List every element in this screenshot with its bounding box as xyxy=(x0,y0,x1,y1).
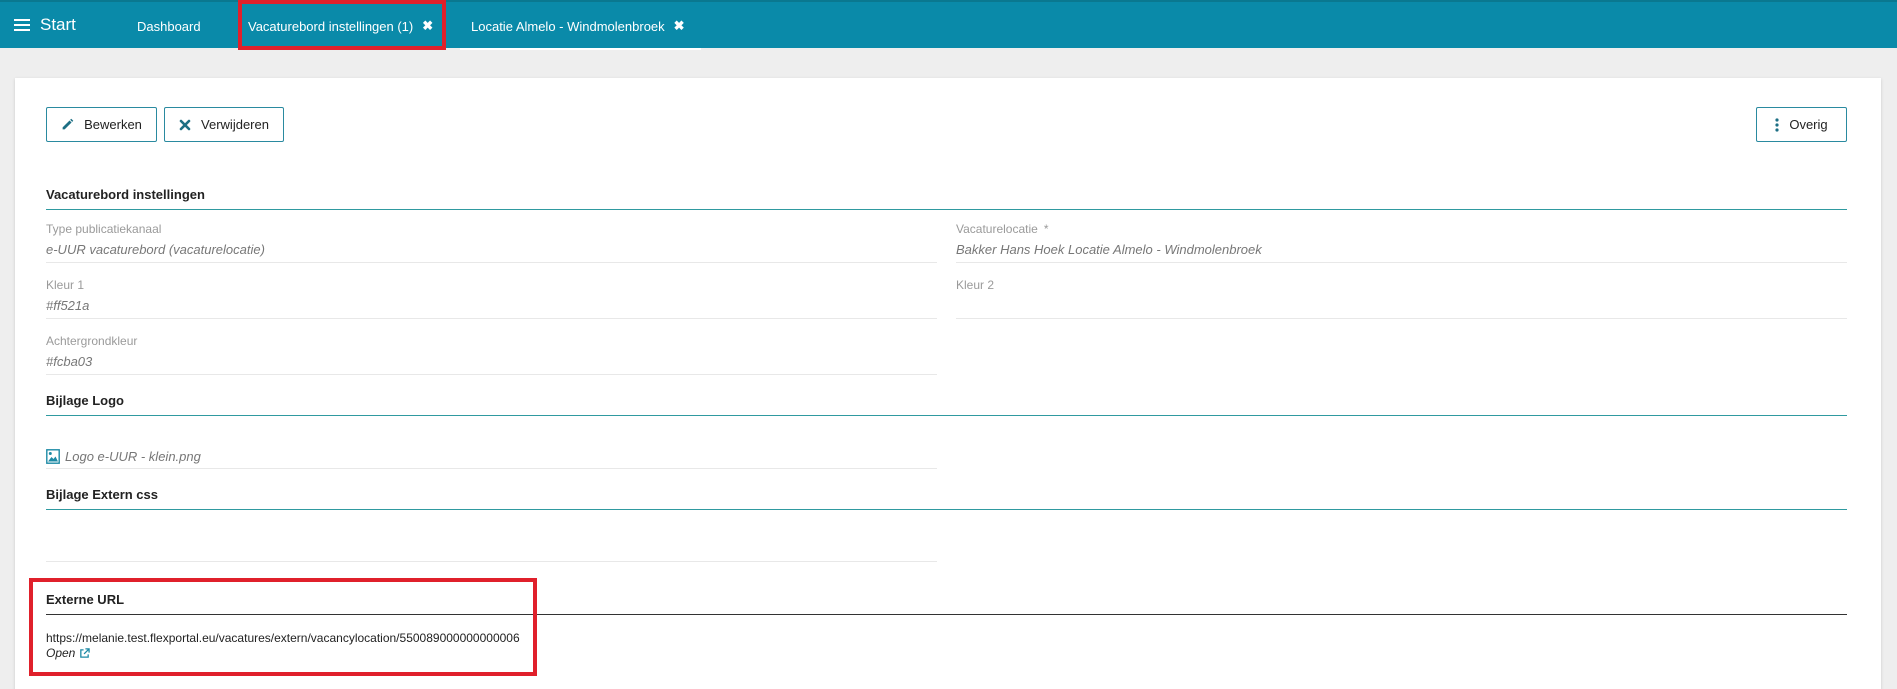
section-title-extern-css: Bijlage Extern css xyxy=(46,487,158,502)
section-divider xyxy=(46,209,1847,210)
tab-locatie-label: Locatie Almelo - Windmolenbroek xyxy=(471,18,665,34)
delete-button[interactable]: Verwijderen xyxy=(164,107,284,142)
top-navigation-bar: Start Dashboard Vacaturebord instellinge… xyxy=(0,0,1897,50)
tab-dashboard-label: Dashboard xyxy=(137,18,201,34)
field-divider xyxy=(46,262,937,263)
vacaturelocatie-label: Vacaturelocatie * xyxy=(956,222,1049,236)
hamburger-icon xyxy=(14,19,30,32)
vertical-dots-icon xyxy=(1775,117,1779,132)
tab-locatie-almelo[interactable]: Locatie Almelo - Windmolenbroek ✖ xyxy=(460,2,701,50)
section-divider xyxy=(46,614,1847,615)
tab-vacaturebord-instellingen[interactable]: Vacaturebord instellingen (1) ✖ xyxy=(248,2,433,50)
start-menu-label: Start xyxy=(40,15,76,34)
edit-button[interactable]: Bewerken xyxy=(46,107,157,142)
detail-card: Bewerken Verwijderen Overig Vacaturebord… xyxy=(15,78,1881,689)
required-marker: * xyxy=(1043,222,1049,236)
start-menu-button[interactable]: Start xyxy=(0,2,118,48)
achtergrondkleur-value: #fcba03 xyxy=(46,354,93,369)
more-options-label: Overig xyxy=(1789,117,1828,132)
field-divider xyxy=(956,318,1847,319)
tab-dashboard[interactable]: Dashboard xyxy=(137,2,201,50)
external-link-icon xyxy=(79,647,91,659)
external-url-text: https://melanie.test.flexportal.eu/vacat… xyxy=(46,631,520,645)
section-title-settings: Vacaturebord instellingen xyxy=(46,187,205,202)
field-divider xyxy=(46,318,937,319)
kleur-1-value: #ff521a xyxy=(46,298,90,313)
section-divider xyxy=(46,509,1847,510)
kleur-2-label: Kleur 2 xyxy=(956,278,995,292)
open-external-url-link[interactable]: Open xyxy=(46,646,91,660)
field-divider xyxy=(46,468,937,469)
field-divider xyxy=(46,374,937,375)
section-title-logo: Bijlage Logo xyxy=(46,393,124,408)
vacaturelocatie-value: Bakker Hans Hoek Locatie Almelo - Windmo… xyxy=(956,242,1262,257)
tab-vacaturebord-label: Vacaturebord instellingen (1) xyxy=(248,18,414,34)
type-publicatiekanaal-label: Type publicatiekanaal xyxy=(46,222,162,236)
more-options-button[interactable]: Overig xyxy=(1756,107,1847,142)
type-publicatiekanaal-value: e-UUR vacaturebord (vacaturelocatie) xyxy=(46,242,265,257)
vacaturelocatie-label-text: Vacaturelocatie xyxy=(956,222,1038,236)
logo-filename: Logo e-UUR - klein.png xyxy=(65,449,201,464)
logo-attachment[interactable]: Logo e-UUR - klein.png xyxy=(46,449,201,464)
delete-button-label: Verwijderen xyxy=(201,117,269,132)
field-divider xyxy=(46,561,937,562)
close-icon[interactable]: ✖ xyxy=(674,18,685,34)
close-icon[interactable]: ✖ xyxy=(422,18,433,34)
pencil-icon xyxy=(61,118,74,131)
section-divider xyxy=(46,415,1847,416)
kleur-1-label: Kleur 1 xyxy=(46,278,85,292)
achtergrondkleur-label: Achtergrondkleur xyxy=(46,334,138,348)
image-file-icon xyxy=(46,449,60,464)
close-icon xyxy=(179,119,191,131)
active-tab-indicator xyxy=(460,48,701,50)
section-title-externe-url: Externe URL xyxy=(46,592,125,607)
edit-button-label: Bewerken xyxy=(84,117,142,132)
field-divider xyxy=(956,262,1847,263)
open-link-label: Open xyxy=(46,646,76,660)
